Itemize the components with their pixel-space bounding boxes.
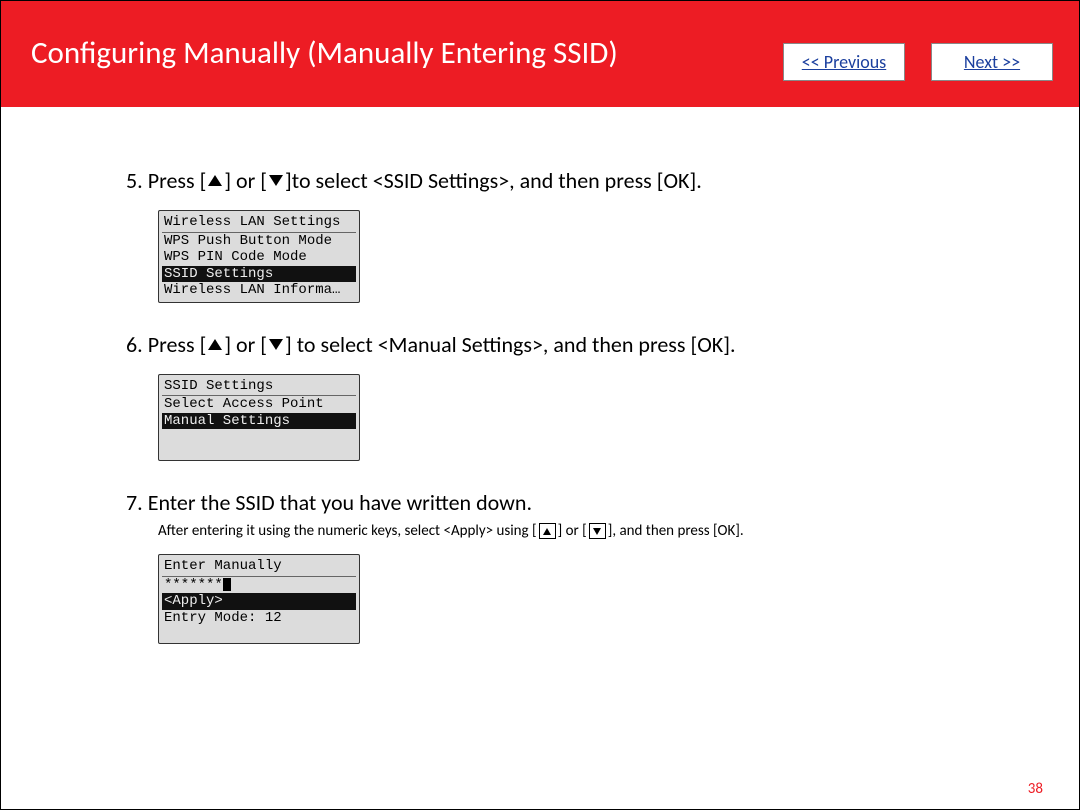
lcd1-title: Wireless LAN Settings [162,214,356,233]
content: 5. Press [ ] or [ ]to select <SSID Setti… [1,107,1079,644]
step-7-number: 7. [126,489,143,516]
triangle-up-icon [208,339,222,350]
previous-button[interactable]: << Previous [783,43,905,81]
step-6-text-c: ] to select <Manual Settings>, and then … [285,331,735,358]
lcd3-title: Enter Manually [162,558,356,577]
triangle-up-icon [208,175,222,186]
lcd3-stars: ******* [164,577,223,594]
lcd1-row: Wireless LAN Informa… [162,282,356,299]
step-6-number: 6. [126,331,143,358]
sub-a: After entering it using the numeric keys… [158,522,537,540]
lcd2-blank [162,429,356,443]
lcd1-row: WPS PIN Code Mode [162,249,356,266]
boxed-triangle-down-icon [589,523,606,539]
lcd3-apply: <Apply> [162,593,356,610]
manual-page: Configuring Manually (Manually Entering … [0,0,1080,810]
step-6-text-b: ] or [ [224,331,267,358]
cursor-icon [223,578,231,591]
triangle-down-icon [269,339,283,350]
step-5: 5. Press [ ] or [ ]to select <SSID Setti… [126,167,969,194]
lcd-screenshot-2: SSID Settings Select Access Point Manual… [158,374,360,462]
step-6: 6. Press [ ] or [ ] to select <Manual Se… [126,331,969,358]
lcd2-title: SSID Settings [162,378,356,397]
page-header: Configuring Manually (Manually Entering … [1,1,1079,107]
next-button[interactable]: Next >> [931,43,1053,81]
lcd3-blank [162,626,356,640]
lcd3-input-row: ******* [162,577,356,594]
lcd2-row: Select Access Point [162,396,356,413]
step-5-text-c: ]to select <SSID Settings>, and then pre… [285,167,702,194]
triangle-down-icon [269,175,283,186]
sub-b: ] or [ [558,522,587,540]
page-number: 38 [1028,780,1043,798]
lcd2-blank [162,443,356,457]
step-5-number: 5. [126,167,143,194]
page-title: Configuring Manually (Manually Entering … [31,34,783,72]
lcd2-selected: Manual Settings [162,413,356,430]
lcd1-row: WPS Push Button Mode [162,233,356,250]
lcd1-selected: SSID Settings [162,266,356,283]
lcd-screenshot-3: Enter Manually ******* <Apply> Entry Mod… [158,554,360,644]
step-7-subtext: After entering it using the numeric keys… [158,522,969,540]
step-7-text: Enter the SSID that you have written dow… [148,489,532,516]
step-5-text-b: ] or [ [224,167,267,194]
sub-c: ], and then press [OK]. [608,522,744,540]
step-6-text-a: Press [ [148,331,207,358]
lcd-screenshot-1: Wireless LAN Settings WPS Push Button Mo… [158,210,360,303]
step-5-text-a: Press [ [148,167,207,194]
step-7: 7. Enter the SSID that you have written … [126,489,969,516]
boxed-triangle-up-icon [539,523,556,539]
lcd3-mode: Entry Mode: 12 [162,610,356,627]
